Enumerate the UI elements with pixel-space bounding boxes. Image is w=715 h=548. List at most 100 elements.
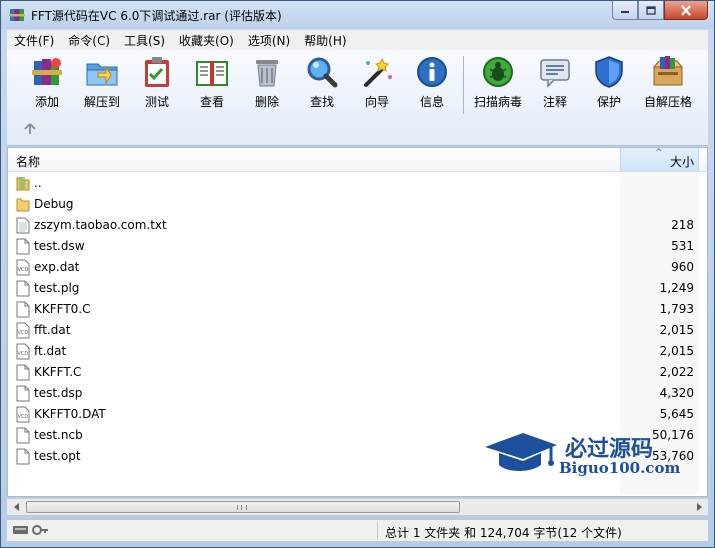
menu-file[interactable]: 文件(F) [7,32,61,49]
file-row[interactable]: test.dsp 4,320 [8,383,707,404]
file-row[interactable]: Debug [8,194,707,215]
file-size: 2,015 [659,323,694,337]
view-button[interactable]: 查看 [184,55,240,115]
file-row[interactable]: KKFFT0.C 1,793 [8,299,707,320]
svg-text:VCD: VCD [18,414,29,420]
close-button[interactable] [664,1,708,20]
comment-button[interactable]: 注释 [527,55,583,115]
file-row[interactable]: VCD exp.dat 960 [8,257,707,278]
file-size: 960 [671,260,694,274]
file-row[interactable]: zszym.taobao.com.txt 218 [8,215,707,236]
sfx-button[interactable]: 自解压格 [637,55,699,115]
minimize-button[interactable] [612,1,638,20]
virus-scan-icon [483,57,513,87]
scroll-left-button[interactable] [8,499,25,515]
file-name: test.opt [34,449,81,463]
minimize-icon [621,11,629,13]
shield-icon [595,56,623,88]
comment-label: 注释 [542,95,567,109]
graduation-cap-logo-icon [485,433,557,471]
status-bar: 总计 1 文件夹 和 124,704 字节(12 个文件) [7,519,708,541]
watermark-url: Biguo100.com [559,459,681,477]
trash-icon [256,60,278,87]
watermark: 必过源码 Biguo100.com [483,429,683,479]
horizontal-scrollbar[interactable] [7,498,708,515]
add-button[interactable]: 添加 [19,55,75,115]
file-name: test.dsp [34,386,83,400]
wizard-button[interactable]: 向导 [349,55,405,115]
file-icon [16,301,30,318]
extract-to-button[interactable]: 解压到 [74,55,130,115]
protect-button[interactable]: 保护 [581,55,637,115]
extract-folder-icon [86,63,118,86]
file-icon [16,364,30,381]
file-icon [16,385,30,402]
file-icon [16,238,30,255]
window-title: FFT源代码在VC 6.0下调试通过.rar (评估版本) [31,9,282,23]
delete-label: 删除 [254,95,279,109]
file-name: ft.dat [34,344,67,358]
file-name: test.ncb [34,428,83,442]
file-row[interactable]: VCD KKFFT0.DAT 5,645 [8,404,707,425]
up-arrow-icon[interactable] [23,122,37,136]
list-header: 名称 ^ 大小 [8,148,707,172]
file-name: Debug [34,197,74,211]
menu-tools[interactable]: 工具(S) [117,32,172,49]
close-icon [681,4,691,16]
test-label: 测试 [144,95,169,109]
toolbar: 添加 解压到 测试 查看 删除 查找 向导 信息 扫描病毒 注释 保护 自解压格 [7,50,708,146]
info-icon [417,57,447,87]
file-row[interactable]: test.plg 1,249 [8,278,707,299]
drive-key-icon[interactable] [13,524,49,536]
menu-favorites[interactable]: 收藏夹(O) [172,32,241,49]
find-button[interactable]: 查找 [294,55,350,115]
column-name-header[interactable]: 名称 [16,153,40,170]
toolbar-separator [463,56,464,114]
menu-commands[interactable]: 命令(C) [61,32,117,49]
sort-ascending-icon: ^ [655,148,663,158]
file-icon [16,280,30,297]
file-rows: .. Debug zszym.taobao.com.txt 218 test.dsw 53… [8,173,707,467]
vcd-file-icon: VCD [16,322,30,339]
scroll-right-button[interactable] [690,499,707,515]
file-row[interactable]: KKFFT.C 2,022 [8,362,707,383]
file-row[interactable]: VCD ft.dat 2,015 [8,341,707,362]
scroll-thumb[interactable] [26,501,460,513]
column-size-label: 大小 [669,155,694,169]
file-row[interactable]: .. [8,173,707,194]
winrar-app-icon[interactable] [9,7,25,23]
file-name: KKFFT0.C [34,302,91,316]
menu-options[interactable]: 选项(N) [241,32,297,49]
view-label: 查看 [199,95,224,109]
vcd-file-icon: VCD [16,343,30,360]
protect-label: 保护 [596,95,621,109]
file-size: 218 [671,218,694,232]
delete-button[interactable]: 删除 [239,55,295,115]
title-bar[interactable]: FFT源代码在VC 6.0下调试通过.rar (评估版本) [1,1,714,29]
comment-icon [540,59,570,88]
maximize-button[interactable] [638,1,664,20]
add-books-icon [32,58,62,85]
file-row[interactable]: VCD fft.dat 2,015 [8,320,707,341]
file-name: KKFFT.C [34,365,82,379]
file-row[interactable]: test.dsw 531 [8,236,707,257]
status-summary: 总计 1 文件夹 和 124,704 字节(12 个文件) [385,526,622,540]
menu-help[interactable]: 帮助(H) [297,32,353,49]
parent-folder-icon [16,175,30,192]
file-name: .. [34,176,42,190]
virus-scan-label: 扫描病毒 [473,95,522,109]
test-button[interactable]: 测试 [129,55,185,115]
file-name: fft.dat [34,323,71,337]
window-controls [612,1,708,21]
text-file-icon [16,217,30,234]
file-icon [16,448,30,465]
svg-text:VCD: VCD [18,330,29,336]
virus-scan-button[interactable]: 扫描病毒 [468,55,528,115]
sfx-label: 自解压格 [643,95,692,109]
sfx-box-icon [652,56,684,86]
column-size-header[interactable]: ^ 大小 [620,148,699,171]
file-size: 2,022 [659,365,694,379]
info-button[interactable]: 信息 [404,55,460,115]
svg-text:VCD: VCD [18,351,29,357]
status-separator [377,522,378,539]
